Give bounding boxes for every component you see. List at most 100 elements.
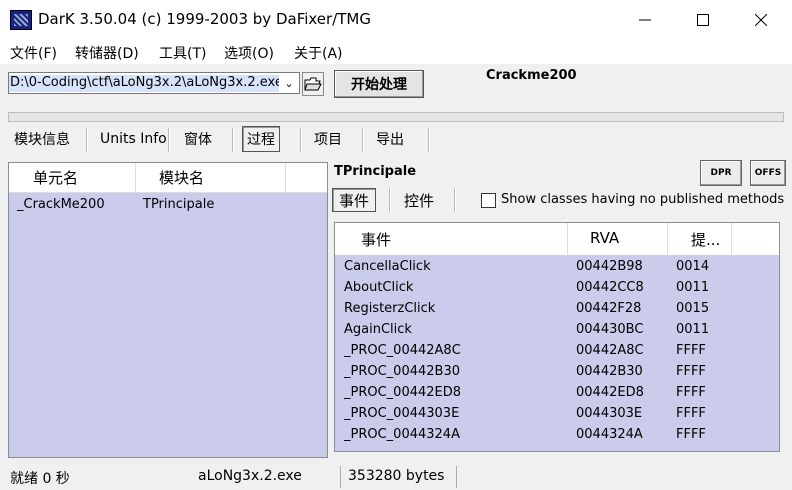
close-button[interactable] [732,0,790,40]
event-hint: FFFF [676,343,706,358]
event-name: AgainClick [344,322,412,337]
column-header-event[interactable]: 事件 [361,229,391,250]
event-rva: 00442B30 [576,364,643,379]
module-name: TPrincipale [143,197,215,212]
event-hint: 0014 [676,259,710,274]
column-divider[interactable] [135,163,136,193]
event-name: _PROC_00442ED8 [344,385,462,400]
event-hint: FFFF [676,427,706,442]
event-hint: 0015 [676,301,710,316]
open-file-button[interactable] [302,72,324,96]
folder-open-icon [304,77,322,91]
event-name: _PROC_0044324A [344,427,460,442]
tab-separator [362,128,363,152]
event-name: AboutClick [344,280,414,295]
event-rva: 00442F28 [576,301,642,316]
table-row[interactable]: _PROC_00442ED8 00442ED8 FFFF [335,383,779,404]
app-icon[interactable] [10,10,32,30]
column-divider[interactable] [667,223,668,255]
table-row[interactable]: RegisterzClick 00442F28 0015 [335,299,779,320]
tab-separator [454,188,455,212]
events-list-header: 事件 RVA 提... [335,223,779,255]
event-name: CancellaClick [344,259,431,274]
close-icon [755,14,767,26]
units-list-header: 单元名 模块名 [9,163,327,193]
show-classes-label[interactable]: Show classes having no published methods [501,192,784,207]
menu-options[interactable]: 选项(O) [224,43,274,63]
column-divider[interactable] [731,223,732,255]
event-name: _PROC_0044303E [344,406,460,421]
event-rva: 00442B98 [576,259,643,274]
list-item[interactable]: _CrackMe200 TPrincipale [9,197,327,217]
event-name: _PROC_00442A8C [344,343,461,358]
status-bar: 就绪 0 秒 aLoNg3x.2.exe 353280 bytes [0,464,792,490]
start-process-button[interactable]: 开始处理 [334,70,424,98]
table-row[interactable]: _PROC_00442B30 00442B30 FFFF [335,362,779,383]
events-list[interactable]: 事件 RVA 提... CancellaClick 00442B98 0014 … [334,222,780,452]
table-row[interactable]: _PROC_00442A8C 00442A8C FFFF [335,341,779,362]
maximize-icon [697,14,709,26]
menu-tools[interactable]: 工具(T) [159,43,206,63]
subtab-events[interactable]: 事件 [332,188,377,212]
chevron-down-icon[interactable]: ⌄ [279,73,299,93]
tab-exports[interactable]: 导出 [372,126,408,152]
dpr-button[interactable]: DPR [700,160,742,186]
tab-module-info[interactable]: 模块信息 [10,126,74,152]
menu-dumper[interactable]: 转储器(D) [75,43,139,63]
minimize-icon [639,19,651,21]
show-classes-checkbox[interactable] [481,193,496,208]
main-tabs: 模块信息 Units Info 窗体 过程 项目 导出 [0,126,792,154]
event-rva: 00442ED8 [576,385,644,400]
minimize-button[interactable] [616,0,674,40]
tab-procedures[interactable]: 过程 [242,126,280,152]
tab-forms[interactable]: 窗体 [180,126,216,152]
units-list[interactable]: 单元名 模块名 _CrackMe200 TPrincipale [8,162,328,458]
status-divider [456,466,457,488]
event-hint: 0011 [676,280,710,295]
column-header-unit[interactable]: 单元名 [33,167,78,188]
title-bar: DarK 3.50.04 (c) 1999-2003 by DaFixer/TM… [0,0,792,40]
menu-file[interactable]: 文件(F) [10,43,57,63]
unit-name: _CrackMe200 [17,197,105,212]
offs-button[interactable]: OFFS [750,160,786,186]
tab-separator [232,128,233,152]
column-header-rva[interactable]: RVA [590,229,619,247]
status-state: 就绪 0 秒 [10,471,70,487]
table-row[interactable]: AboutClick 00442CC8 0011 [335,278,779,299]
column-divider[interactable] [567,223,568,255]
table-row[interactable]: AgainClick 004430BC 0011 [335,320,779,341]
event-name: _PROC_00442B30 [344,364,460,379]
target-name-label: Crackme200 [486,68,577,83]
event-hint: FFFF [676,406,706,421]
status-divider [340,466,341,488]
column-divider[interactable] [285,163,286,193]
event-rva: 004430BC [576,322,644,337]
class-name-label: TPrincipale [334,164,417,179]
tab-units-info[interactable]: Units Info [96,126,171,152]
table-row[interactable]: _PROC_0044324A 0044324A FFFF [335,425,779,446]
file-path-combobox[interactable]: D:\0-Coding\ctf\aLoNg3x.2\aLoNg3x.2.exe … [8,72,300,94]
tab-separator [300,128,301,152]
status-size: 353280 bytes [348,468,445,484]
column-header-hint[interactable]: 提... [691,229,720,250]
menu-about[interactable]: 关于(A) [294,43,343,63]
event-rva: 00442CC8 [576,280,644,295]
event-rva: 00442A8C [576,343,644,358]
progress-bar [8,112,784,122]
event-hint: 0011 [676,322,710,337]
maximize-button[interactable] [674,0,732,40]
tab-separator [389,188,390,212]
event-hint: FFFF [676,364,706,379]
window-title: DarK 3.50.04 (c) 1999-2003 by DaFixer/TM… [38,10,371,28]
subtab-controls[interactable]: 控件 [398,188,440,212]
table-row[interactable]: CancellaClick 00442B98 0014 [335,257,779,278]
tab-separator [168,128,169,152]
tab-project[interactable]: 项目 [310,126,346,152]
event-rva: 0044324A [576,427,643,442]
tab-separator [428,128,429,152]
table-row[interactable]: _PROC_0044303E 0044303E FFFF [335,404,779,425]
event-name: RegisterzClick [344,301,436,316]
file-path-value: D:\0-Coding\ctf\aLoNg3x.2\aLoNg3x.2.exe [9,75,279,92]
menu-bar: 文件(F) 转储器(D) 工具(T) 选项(O) 关于(A) [0,40,792,64]
column-header-module[interactable]: 模块名 [159,167,204,188]
